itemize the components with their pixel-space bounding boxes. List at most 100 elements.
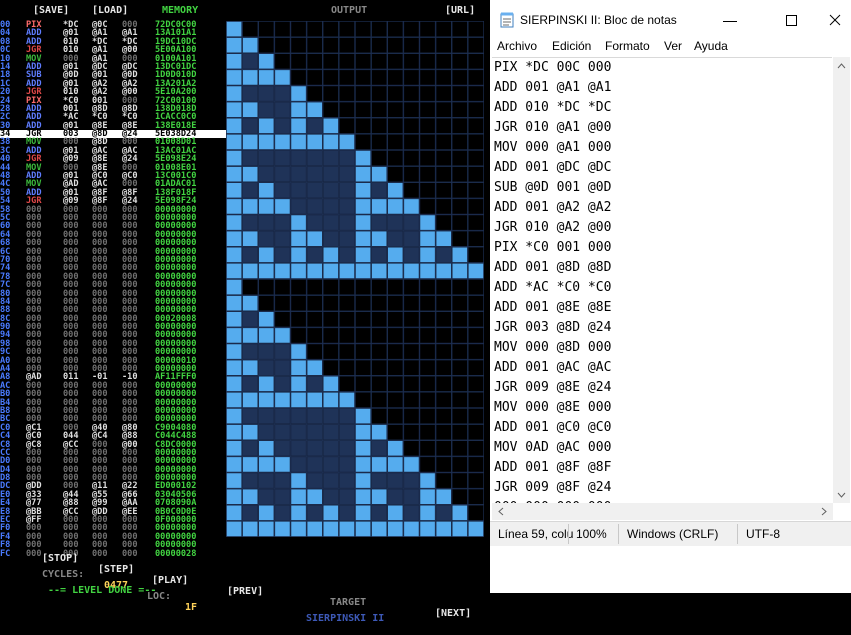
vertical-scrollbar[interactable] — [833, 57, 850, 503]
pixel-cell — [306, 392, 323, 408]
pixel-cell — [355, 376, 371, 392]
pixel-cell — [355, 214, 371, 231]
pixel-cell — [306, 440, 323, 457]
text-line[interactable]: ADD 001 @A1 @A1 — [492, 78, 832, 98]
pixel-cell — [339, 198, 355, 215]
menu-ver[interactable]: Ver — [664, 39, 682, 53]
text-line[interactable]: ADD 001 @8E @8E — [492, 298, 832, 318]
load-button[interactable]: [LOAD] — [92, 5, 128, 16]
level-name: SIERPINSKI II — [306, 613, 385, 624]
text-line[interactable]: MOV 000 @A1 000 — [492, 138, 832, 158]
text-line[interactable]: JGR 009 @8F @24 — [492, 478, 832, 498]
pixel-cell — [274, 150, 291, 166]
pixel-cell — [258, 440, 275, 457]
pixel-cell — [403, 376, 420, 392]
pixel-cell — [339, 214, 355, 231]
pixel-cell — [258, 343, 275, 360]
pixel-cell — [258, 69, 275, 86]
pixel-cell — [290, 134, 307, 150]
text-line[interactable]: MOV 000 @8D 000 — [492, 338, 832, 358]
text-line[interactable]: ADD 001 @C0 @C0 — [492, 418, 832, 438]
pixel-cell — [403, 521, 420, 537]
code-memory-listing[interactable]: 00 PIX *DC @0C 000 72DC0C00 04 ADD @01 @A1 @A1 13A1… — [0, 20, 226, 558]
pixel-cell — [371, 101, 387, 118]
pixel-cell — [468, 263, 484, 279]
pixel-cell — [290, 408, 307, 424]
text-line[interactable]: ADD 001 @8D @8D — [492, 258, 832, 278]
pixel-cell — [226, 456, 242, 473]
text-line[interactable]: ADD 001 @A2 @A2 — [492, 198, 832, 218]
text-line[interactable]: ADD 001 @DC @DC — [492, 158, 832, 178]
scroll-up-icon[interactable] — [837, 63, 846, 69]
menu-formato[interactable]: Formato — [605, 39, 650, 53]
pixel-cell — [419, 37, 436, 53]
pixel-cell — [403, 472, 420, 489]
pixel-cell — [274, 230, 291, 247]
pixel-cell — [274, 376, 291, 392]
pixel-cell — [226, 295, 242, 311]
pixel-cell — [452, 488, 468, 505]
pixel-cell — [355, 150, 371, 166]
text-line[interactable]: ADD 001 @8F @8F — [492, 458, 832, 478]
pixel-cell — [387, 424, 404, 440]
text-editor[interactable]: PIX *DC 00C 000 ADD 001 @A1 @A1 ADD 010 *D… — [492, 57, 832, 504]
pixel-cell — [403, 505, 420, 521]
pixel-cell — [306, 521, 323, 537]
pixel-cell — [274, 263, 291, 279]
text-line[interactable]: ADD 010 *DC *DC — [492, 98, 832, 118]
text-line[interactable]: JGR 009 @8E @24 — [492, 378, 832, 398]
pixel-cell — [226, 488, 242, 505]
pixel-cell — [419, 376, 436, 392]
scroll-left-icon[interactable] — [498, 507, 504, 516]
minimize-icon[interactable] — [723, 21, 737, 22]
horizontal-scrollbar[interactable] — [492, 503, 833, 520]
text-line[interactable]: JGR 010 @A2 @00 — [492, 218, 832, 238]
menu-edicion[interactable]: Edición — [552, 39, 591, 53]
pixel-cell — [274, 456, 291, 473]
text-line[interactable]: ADD 001 @AC @AC — [492, 358, 832, 378]
pixel-cell — [258, 230, 275, 247]
pixel-cell — [452, 198, 468, 215]
pixel-cell — [468, 424, 484, 440]
menu-archivo[interactable]: Archivo — [497, 39, 537, 53]
pixel-cell — [419, 230, 436, 247]
pixel-cell — [306, 424, 323, 440]
maximize-icon[interactable] — [786, 15, 797, 26]
scroll-down-icon[interactable] — [837, 492, 846, 498]
pixel-cell — [242, 263, 258, 279]
pixel-cell — [242, 472, 258, 489]
save-button[interactable]: [SAVE] — [33, 5, 69, 16]
title-bar[interactable]: SIERPINSKI II: Bloc de notas — [490, 0, 851, 38]
pixel-cell — [355, 359, 371, 376]
pixel-cell — [323, 150, 339, 166]
pixel-cell — [468, 472, 484, 489]
text-line[interactable]: PIX *C0 001 000 — [492, 238, 832, 258]
pixel-cell — [274, 247, 291, 263]
pixel-cell — [435, 376, 452, 392]
text-line[interactable]: JGR 003 @8D @24 — [492, 318, 832, 338]
url-button[interactable]: [URL] — [445, 5, 475, 16]
pixel-cell — [258, 359, 275, 376]
scroll-right-icon[interactable] — [821, 507, 827, 516]
pixel-cell — [355, 505, 371, 521]
pixel-cell — [387, 295, 404, 311]
pixel-cell — [306, 214, 323, 231]
pixel-cell — [323, 408, 339, 424]
text-line[interactable]: PIX *DC 00C 000 — [492, 58, 832, 78]
text-line[interactable]: ADD *AC *C0 *C0 — [492, 278, 832, 298]
close-icon[interactable] — [829, 14, 841, 26]
pixel-cell — [290, 166, 307, 182]
menu-ayuda[interactable]: Ayuda — [694, 39, 728, 53]
pixel-cell — [371, 392, 387, 408]
pixel-cell — [242, 392, 258, 408]
pixel-cell — [468, 21, 484, 37]
pixel-cell — [242, 53, 258, 70]
pixel-cell — [435, 118, 452, 134]
pixel-cell — [371, 37, 387, 53]
text-line[interactable]: MOV 0AD @AC 000 — [492, 438, 832, 458]
pixel-cell — [323, 311, 339, 328]
text-line[interactable]: SUB @0D 001 @0D — [492, 178, 832, 198]
text-line[interactable]: JGR 010 @A1 @00 — [492, 118, 832, 138]
text-line[interactable]: MOV 000 @8E 000 — [492, 398, 832, 418]
pixel-cell — [339, 521, 355, 537]
